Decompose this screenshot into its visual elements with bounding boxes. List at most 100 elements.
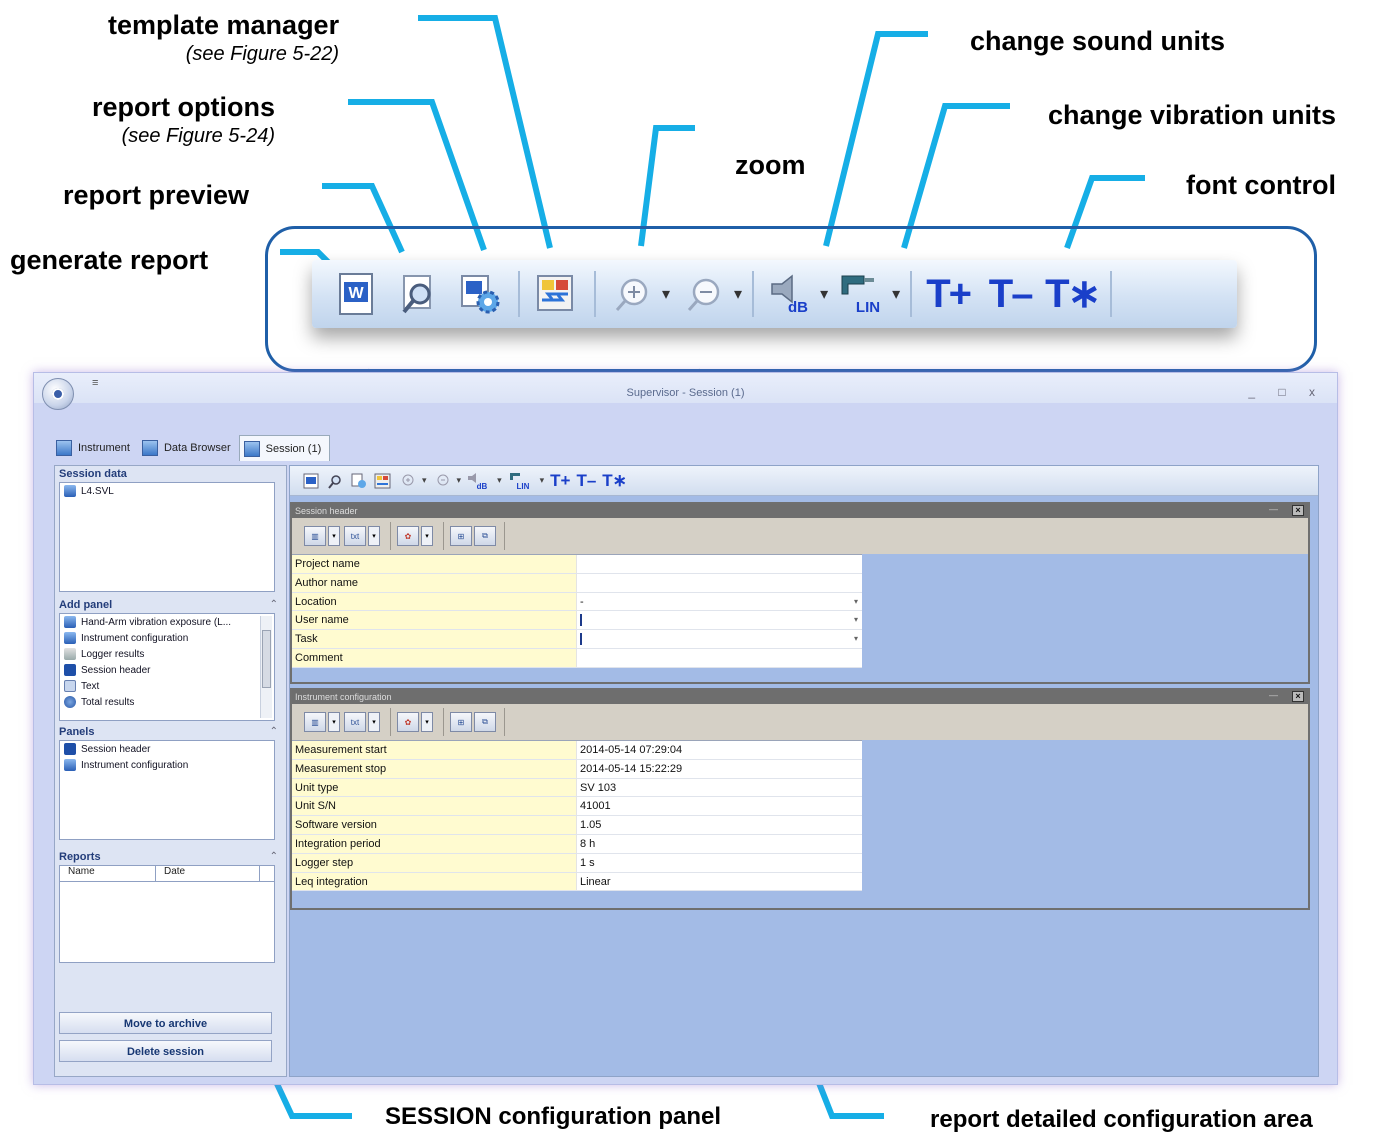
sound-units-button[interactable]: dB (764, 268, 816, 320)
sound-units-dropdown-icon[interactable]: ▾ (497, 475, 502, 486)
generate-report-button[interactable]: W (330, 268, 382, 320)
location-select[interactable]: - ▾ (577, 592, 862, 611)
template-manager-button[interactable] (530, 268, 582, 320)
comment-field[interactable] (577, 648, 862, 667)
grid-layout-button[interactable]: ⊞ (450, 526, 472, 546)
session-data-list[interactable]: L4.SVL (59, 482, 275, 592)
list-item[interactable]: Instrument configuration (60, 630, 274, 646)
font-increase-button[interactable]: T+ (550, 471, 570, 491)
zoom-out-dropdown-icon[interactable]: ▾ (734, 284, 742, 304)
report-options-button[interactable] (350, 472, 368, 490)
tab-instrument[interactable]: Instrument (52, 435, 138, 461)
collapse-chevron-icon[interactable]: ⌃ (270, 726, 278, 737)
text-format-button[interactable]: txt (344, 712, 366, 732)
template-manager-button[interactable] (374, 472, 392, 490)
list-item[interactable]: Logger results (60, 646, 274, 662)
scrollbar-thumb[interactable] (262, 630, 271, 688)
list-item[interactable]: Instrument configuration (60, 757, 274, 773)
panel-close-button[interactable]: × (1292, 691, 1304, 702)
zoom-out-dropdown-icon[interactable]: ▾ (457, 475, 462, 486)
project-name-field[interactable] (577, 555, 862, 573)
dropdown-arrow-icon[interactable]: ▾ (328, 712, 340, 732)
text-format-button[interactable]: txt (344, 526, 366, 546)
collapse-chevron-icon[interactable]: ⌃ (270, 599, 278, 610)
report-preview-button[interactable] (326, 472, 344, 490)
copy-panel-button[interactable]: ⧉ (474, 712, 496, 732)
chevron-down-icon[interactable]: ▾ (854, 611, 858, 629)
tab-session[interactable]: Session (1) (238, 435, 331, 461)
vibration-units-dropdown-icon[interactable]: ▾ (892, 284, 900, 304)
zoom-in-button[interactable] (606, 268, 658, 320)
panel-tool-group: ▥ ▾ txt ▾ (298, 708, 391, 736)
dropdown-arrow-icon[interactable]: ▾ (421, 526, 433, 546)
font-increase-button[interactable]: T+ (922, 268, 974, 320)
dropdown-arrow-icon[interactable]: ▾ (368, 526, 380, 546)
table-row: Location - ▾ (292, 592, 862, 612)
panel-minimize-icon[interactable]: — (1269, 690, 1278, 700)
vibration-units-dropdown-icon[interactable]: ▾ (540, 475, 545, 486)
grid-layout-button[interactable]: ⊞ (450, 712, 472, 732)
list-item[interactable]: Session header (60, 662, 274, 678)
color-palette-button[interactable]: ✿ (397, 712, 419, 732)
font-reset-button[interactable]: T∗ (1045, 268, 1101, 320)
delete-session-button[interactable]: Delete session (59, 1040, 272, 1062)
color-palette-button[interactable]: ✿ (397, 526, 419, 546)
column-header-date[interactable]: Date (156, 866, 260, 881)
font-reset-button[interactable]: T∗ (602, 471, 627, 491)
toolbar-separator (910, 271, 913, 317)
list-item[interactable]: Total results (60, 694, 274, 710)
zoom-out-button[interactable] (678, 268, 730, 320)
logger-icon (64, 648, 76, 660)
layout-columns-button[interactable]: ▥ (304, 526, 326, 546)
font-decrease-button[interactable]: T– (984, 268, 1036, 320)
window-title: Supervisor - Session (1) (626, 387, 745, 399)
session-header-table: Project name Author name Location - ▾ User… (292, 554, 862, 668)
sound-units-dropdown-icon[interactable]: ▾ (820, 284, 828, 304)
move-to-archive-button[interactable]: Move to archive (59, 1012, 272, 1034)
font-decrease-button[interactable]: T– (576, 471, 596, 491)
collapse-chevron-icon[interactable]: ⌃ (270, 851, 278, 862)
tab-data-browser[interactable]: Data Browser (138, 435, 239, 461)
zoom-out-button[interactable] (433, 472, 451, 490)
author-name-field[interactable] (577, 573, 862, 592)
callout-template-manager-label: template manager (108, 10, 340, 40)
user-name-select[interactable]: ▾ (577, 611, 862, 630)
add-panel-scrollbar[interactable] (260, 616, 272, 718)
report-options-gear-icon (461, 275, 500, 314)
add-panel-title: Add panel (59, 599, 113, 611)
zoom-in-dropdown-icon[interactable]: ▾ (662, 284, 670, 304)
panel-minimize-icon[interactable]: — (1269, 504, 1278, 514)
zoom-in-dropdown-icon[interactable]: ▾ (422, 475, 427, 486)
session-file-item[interactable]: L4.SVL (60, 483, 274, 499)
panel-tool-group: ⊞ ⧉ (444, 708, 505, 736)
zoom-in-button[interactable] (398, 472, 416, 490)
table-row: Task ▾ (292, 630, 862, 649)
row-name: Unit S/N (292, 797, 577, 816)
add-panel-list[interactable]: Hand-Arm vibration exposure (L... Instru… (59, 613, 275, 721)
chevron-down-icon[interactable]: ▾ (854, 593, 858, 611)
copy-panel-button[interactable]: ⧉ (474, 526, 496, 546)
report-preview-button[interactable] (392, 268, 444, 320)
toolbar-separator (518, 271, 520, 317)
reports-table[interactable]: Name Date (59, 865, 275, 963)
window-controls[interactable]: _ □ x (1248, 385, 1325, 399)
sound-units-button[interactable]: dB (467, 472, 491, 490)
chevron-down-icon[interactable]: ▾ (854, 630, 858, 648)
list-item[interactable]: Text (60, 678, 274, 694)
panel-close-button[interactable]: × (1292, 505, 1304, 516)
generate-report-button[interactable] (302, 472, 320, 490)
report-options-button[interactable] (454, 268, 506, 320)
layout-columns-button[interactable]: ▥ (304, 712, 326, 732)
vibration-units-button[interactable]: LIN (508, 472, 534, 490)
list-item[interactable]: Session header (60, 741, 274, 757)
dropdown-arrow-icon[interactable]: ▾ (368, 712, 380, 732)
row-name: Location (292, 592, 577, 611)
db-unit-label: dB (477, 482, 488, 490)
dropdown-arrow-icon[interactable]: ▾ (328, 526, 340, 546)
vibration-units-button[interactable]: LIN (836, 268, 888, 320)
panels-list[interactable]: Session header Instrument configuration (59, 740, 275, 840)
task-select[interactable]: ▾ (577, 630, 862, 648)
list-item[interactable]: Hand-Arm vibration exposure (L... (60, 614, 274, 630)
column-header-name[interactable]: Name (60, 866, 156, 881)
dropdown-arrow-icon[interactable]: ▾ (421, 712, 433, 732)
